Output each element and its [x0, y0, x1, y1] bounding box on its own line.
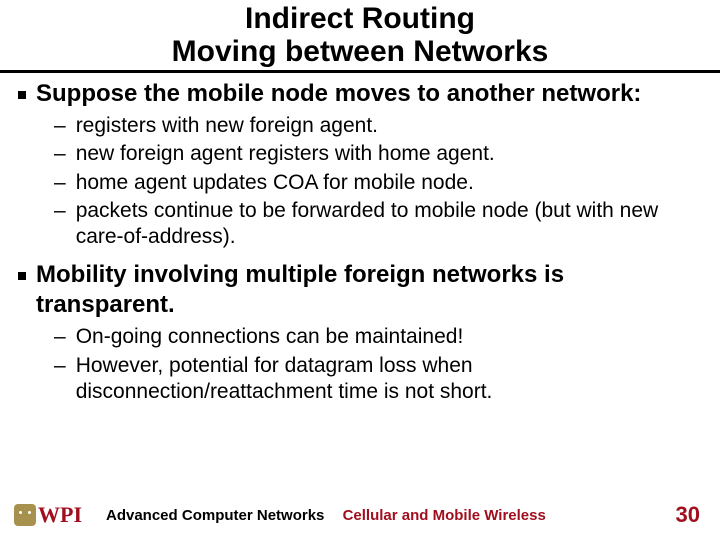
sub-bullet-item: – However, potential for datagram loss w… — [54, 353, 702, 406]
dash-bullet-icon: – — [54, 113, 66, 139]
sub-bullet-list: – On-going connections can be maintained… — [54, 324, 702, 405]
slide-content: Suppose the mobile node moves to another… — [0, 73, 720, 405]
dash-bullet-icon: – — [54, 353, 66, 379]
sub-bullet-text: packets continue to be forwarded to mobi… — [76, 198, 702, 251]
dash-bullet-icon: – — [54, 198, 66, 224]
topic-name: Cellular and Mobile Wireless — [343, 507, 546, 524]
sub-bullet-text: On-going connections can be maintained! — [76, 324, 464, 350]
sub-bullet-text: new foreign agent registers with home ag… — [76, 141, 495, 167]
square-bullet-icon — [18, 272, 26, 280]
dash-bullet-icon: – — [54, 170, 66, 196]
course-name: Advanced Computer Networks — [106, 507, 324, 524]
sub-bullet-text: registers with new foreign agent. — [76, 113, 378, 139]
sub-bullet-item: – registers with new foreign agent. — [54, 113, 702, 139]
sub-bullet-item: – home agent updates COA for mobile node… — [54, 170, 702, 196]
sub-bullet-item: – On-going connections can be maintained… — [54, 324, 702, 350]
bullet-item: Suppose the mobile node moves to another… — [18, 79, 702, 109]
slide-title: Indirect Routing Moving between Networks — [0, 0, 720, 73]
dash-bullet-icon: – — [54, 324, 66, 350]
title-line-1: Indirect Routing — [0, 2, 720, 35]
sub-bullet-text: home agent updates COA for mobile node. — [76, 170, 474, 196]
square-bullet-icon — [18, 91, 26, 99]
wpi-logo: WPI — [14, 502, 82, 528]
sub-bullet-item: – packets continue to be forwarded to mo… — [54, 198, 702, 251]
logo-text: WPI — [38, 502, 82, 528]
bullet-item: Mobility involving multiple foreign netw… — [18, 260, 702, 320]
footer-text: Advanced Computer Networks Cellular and … — [106, 507, 676, 524]
sub-bullet-item: – new foreign agent registers with home … — [54, 141, 702, 167]
bullet-text: Suppose the mobile node moves to another… — [36, 79, 641, 109]
dash-bullet-icon: – — [54, 141, 66, 167]
sub-bullet-list: – registers with new foreign agent. – ne… — [54, 113, 702, 250]
title-line-2: Moving between Networks — [0, 35, 720, 68]
bullet-text: Mobility involving multiple foreign netw… — [36, 260, 702, 320]
sub-bullet-text: However, potential for datagram loss whe… — [76, 353, 702, 406]
slide-footer: WPI Advanced Computer Networks Cellular … — [0, 502, 720, 528]
mascot-icon — [14, 504, 36, 526]
page-number: 30 — [676, 502, 700, 528]
